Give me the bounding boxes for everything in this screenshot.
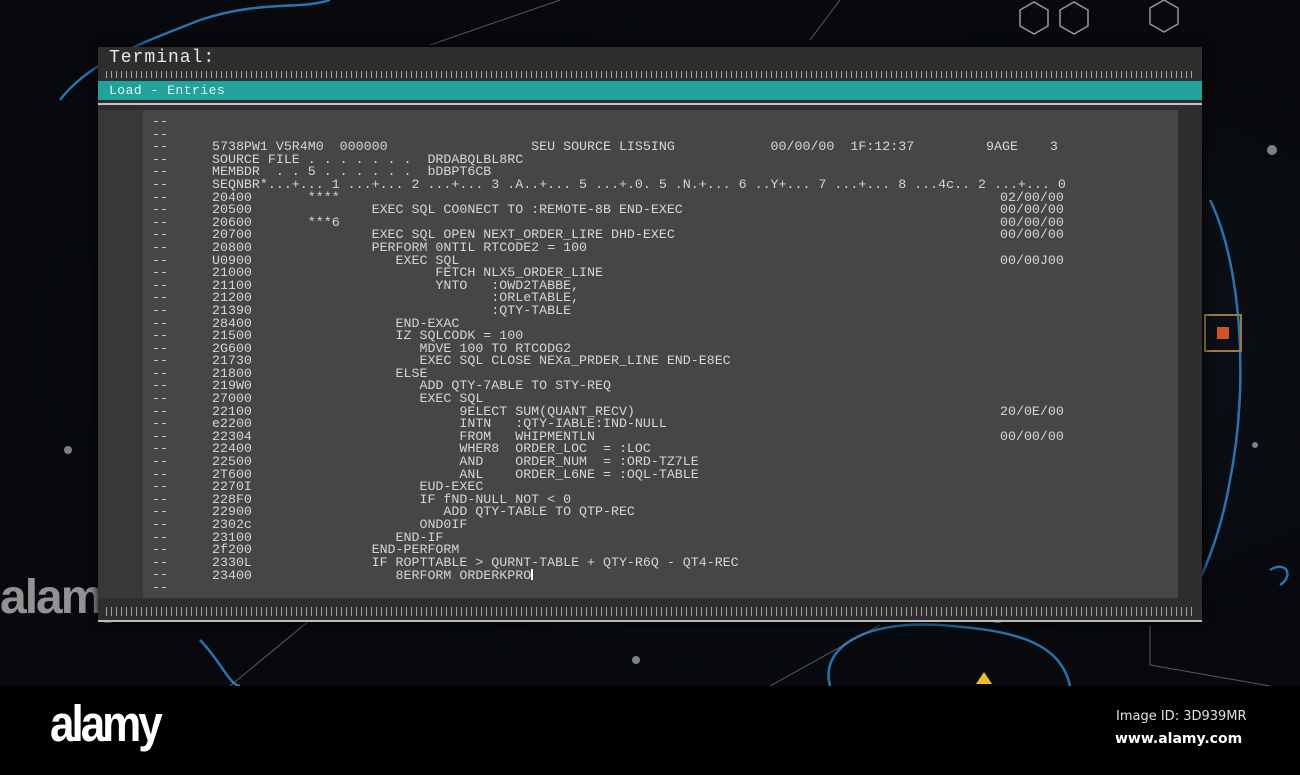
line-date: 00/00/00 — [1000, 428, 1064, 444]
listing-line: -- — [143, 579, 1178, 595]
window-title: Terminal: — [109, 48, 216, 68]
header-bar-label: Load - Entries — [109, 83, 226, 98]
line-text: SEQNBR*...+... 1 ...+... 2 ...+... 3 .A.… — [212, 176, 1066, 192]
alamy-logo: alamy — [50, 696, 163, 753]
footer-bar: alamy Image ID: 3D939MR www.alamy.com — [0, 686, 1300, 775]
image-id: Image ID: 3D939MR — [1116, 709, 1247, 724]
line-date: 20/0E/00 — [1000, 403, 1064, 419]
listing-line: -- — [143, 115, 1178, 129]
ruler-top — [106, 71, 1194, 78]
ruler-bottom — [106, 607, 1194, 616]
site-url: www.alamy.com — [1115, 731, 1243, 747]
text-cursor — [531, 569, 534, 581]
terminal-screen[interactable]: -- -- -- 5738PW1 V5R4M0 000000 SEU SOURCE L… — [143, 110, 1178, 598]
terminal-window: Terminal: Load - Entries -- -- -- 5738PW1 V… — [98, 47, 1202, 622]
listing-line: -- 23400 8ERFORM ORDERKPRO — [143, 568, 1178, 584]
line-text: 23400 8ERFORM ORDERKPRO — [212, 568, 534, 584]
line-date: 00/00/00 — [1000, 227, 1064, 243]
screen-margin — [98, 110, 143, 598]
line-date: 00/00J00 — [1000, 252, 1064, 268]
divider — [98, 620, 1202, 622]
divider — [98, 103, 1202, 105]
header-bar: Load - Entries — [98, 81, 1202, 100]
source-listing: -- -- -- 5738PW1 V5R4M0 000000 SEU SOURCE L… — [143, 115, 1178, 595]
line-marker: -- — [152, 579, 168, 595]
